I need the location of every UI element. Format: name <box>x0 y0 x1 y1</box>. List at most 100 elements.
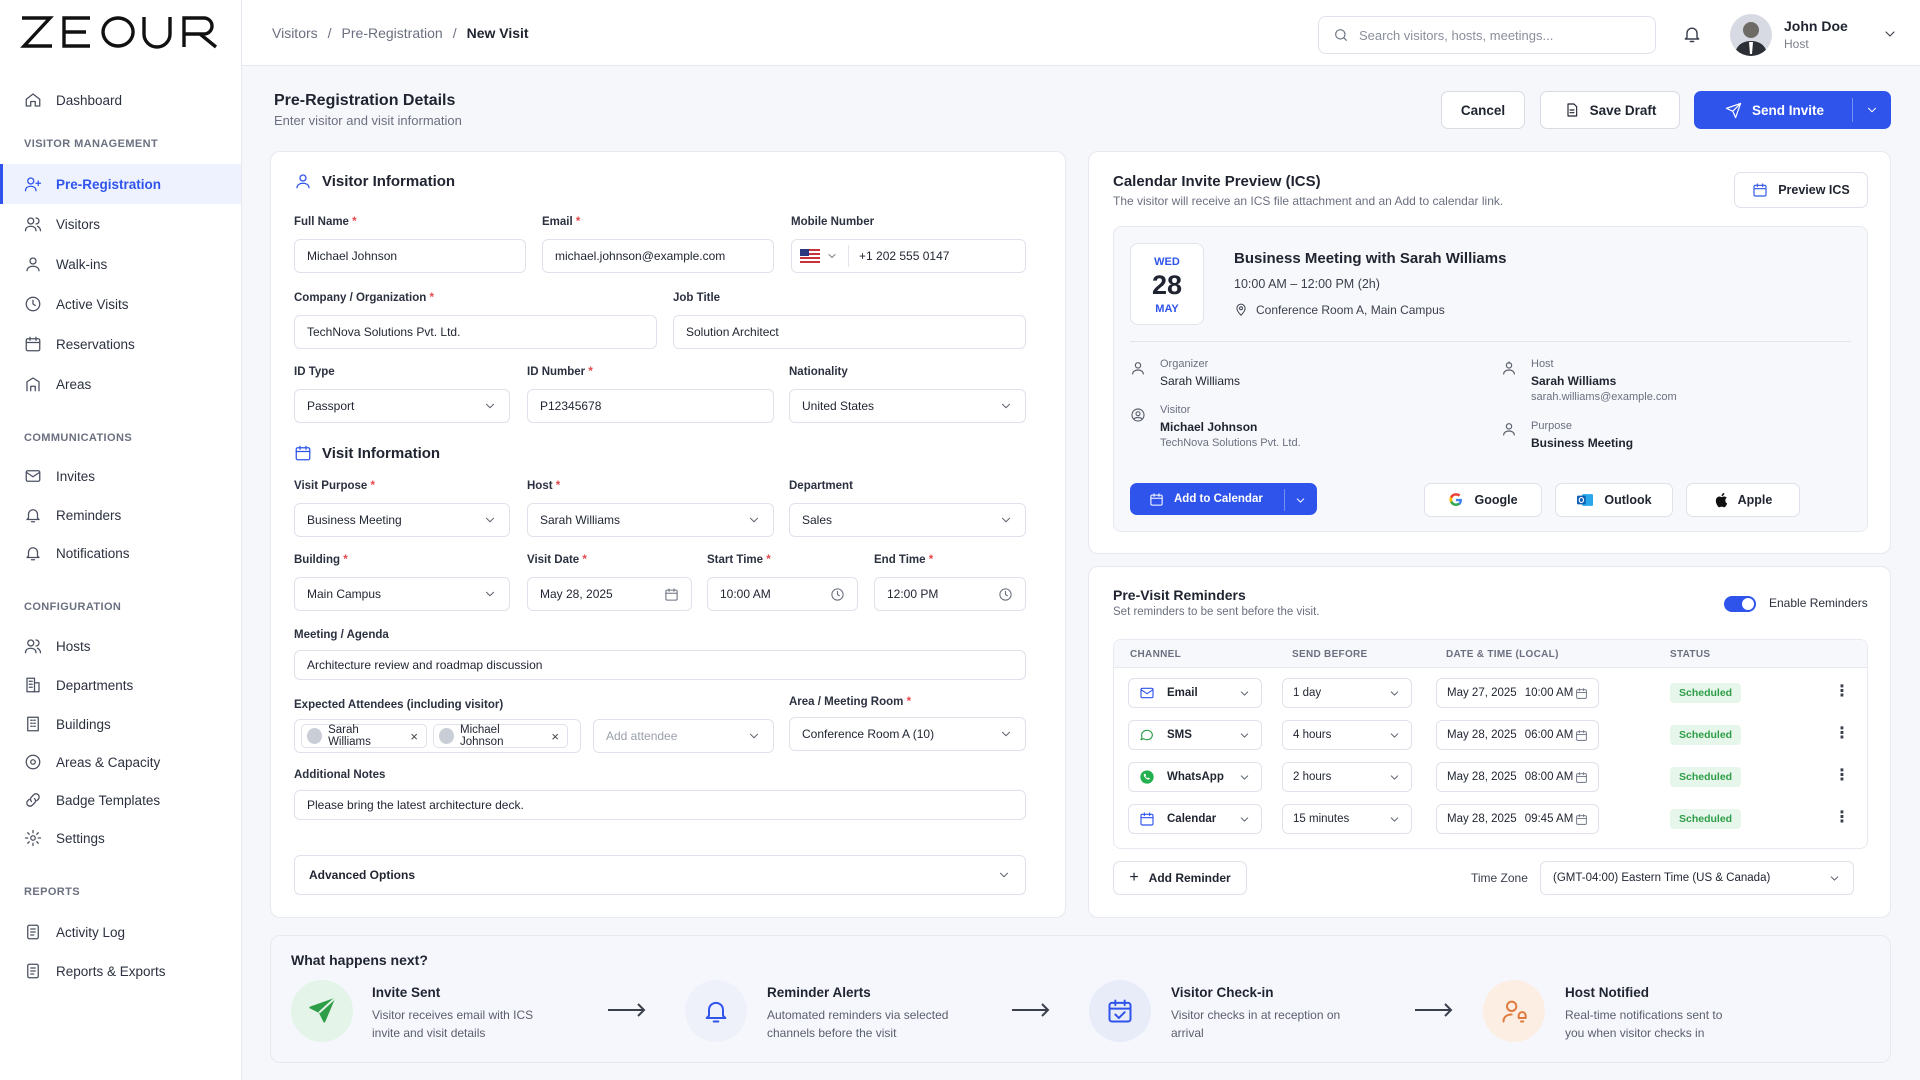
sidebar-item-label: Active Visits <box>56 296 129 312</box>
google-calendar-button[interactable]: Google <box>1424 483 1542 517</box>
remove-attendee-icon[interactable]: × <box>551 729 559 744</box>
id-number-label: ID Number * <box>527 366 593 378</box>
advanced-options-toggle[interactable]: Advanced Options <box>294 855 1026 895</box>
sidebar-item-notifications[interactable]: Notifications <box>0 533 241 573</box>
timezone-select[interactable]: (GMT-04:00) Eastern Time (US & Canada) <box>1540 861 1854 895</box>
save-draft-button[interactable]: Save Draft <box>1540 91 1680 129</box>
sidebar-item-walk-ins[interactable]: Walk-ins <box>0 244 241 284</box>
sidebar-item-reminders[interactable]: Reminders <box>0 495 241 535</box>
outlook-calendar-button[interactable]: Outlook <box>1555 483 1673 517</box>
send-invite-dropdown[interactable] <box>1852 98 1890 122</box>
add-attendee-select[interactable]: Add attendee <box>593 719 774 753</box>
reminder-datetime-field[interactable]: May 28, 2025 06:00 AM <box>1436 720 1599 750</box>
start-time-field[interactable]: 10:00 AM <box>707 577 858 611</box>
outlook-label: Outlook <box>1604 493 1652 507</box>
calendar-icon <box>1150 492 1163 506</box>
reminder-datetime-field[interactable]: May 28, 2025 08:00 AM <box>1436 762 1599 792</box>
channel-select[interactable]: Email <box>1128 678 1262 708</box>
cancel-button[interactable]: Cancel <box>1441 91 1525 129</box>
sidebar-item-pre-registration[interactable]: Pre-Registration <box>0 164 241 204</box>
channel-select[interactable]: Calendar <box>1128 804 1262 834</box>
email-field[interactable]: michael.johnson@example.com <box>542 239 774 273</box>
job-title-field[interactable]: Solution Architect <box>673 315 1026 349</box>
remove-attendee-icon[interactable]: × <box>410 729 418 744</box>
user-bell-icon <box>1502 1000 1527 1023</box>
sidebar-item-hosts[interactable]: Hosts <box>0 626 241 666</box>
department-label: Department <box>789 480 853 492</box>
host-value: Sarah Williams <box>1531 374 1617 388</box>
nationality-select[interactable]: United States <box>789 389 1026 423</box>
row-menu-button[interactable]: ⋮ <box>1834 726 1850 742</box>
host-label: Host * <box>527 480 561 492</box>
sidebar-item-invites[interactable]: Invites <box>0 456 241 496</box>
department-select[interactable]: Sales <box>789 503 1026 537</box>
calendar-icon <box>1576 771 1587 783</box>
search-input[interactable] <box>1359 27 1619 43</box>
channel-select[interactable]: SMS <box>1128 720 1262 750</box>
sidebar-item-label: Settings <box>56 830 105 846</box>
preview-ics-label: Preview ICS <box>1778 183 1850 197</box>
sidebar-item-areas[interactable]: Areas <box>0 364 241 404</box>
company-field[interactable]: TechNova Solutions Pvt. Ltd. <box>294 315 657 349</box>
send-before-select[interactable]: 4 hours <box>1282 720 1412 750</box>
area-select[interactable]: Conference Room A (10) <box>789 717 1026 751</box>
enable-reminders-toggle[interactable] <box>1724 596 1756 612</box>
sidebar-item-label: Hosts <box>56 638 91 654</box>
preview-ics-button[interactable]: Preview ICS <box>1734 172 1868 208</box>
sidebar-item-visitors[interactable]: Visitors <box>0 204 241 244</box>
notes-field[interactable]: Please bring the latest architecture dec… <box>294 790 1026 820</box>
notifications-button[interactable] <box>1682 24 1702 44</box>
whatsapp-icon <box>1140 770 1154 784</box>
attendees-field[interactable]: Sarah Williams × Michael Johnson × <box>294 719 581 753</box>
country-code-select[interactable] <box>800 245 849 267</box>
sidebar-item-badge-templates[interactable]: Badge Templates <box>0 780 241 820</box>
calendar-icon <box>1576 729 1587 741</box>
add-to-calendar-dropdown[interactable] <box>1284 489 1316 511</box>
brand-logo[interactable] <box>20 14 230 50</box>
sidebar-item-activity-log[interactable]: Activity Log <box>0 912 241 952</box>
sidebar-item-areas-capacity[interactable]: Areas & Capacity <box>0 742 241 782</box>
visit-date-field[interactable]: May 28, 2025 <box>527 577 692 611</box>
send-before-select[interactable]: 2 hours <box>1282 762 1412 792</box>
calendar-preview-subtitle: The visitor will receive an ICS file att… <box>1113 194 1504 208</box>
user-name[interactable]: John Doe <box>1784 18 1848 34</box>
full-name-field[interactable]: Michael Johnson <box>294 239 526 273</box>
sidebar-item-departments[interactable]: Departments <box>0 665 241 705</box>
row-menu-button[interactable]: ⋮ <box>1834 810 1850 826</box>
row-menu-button[interactable]: ⋮ <box>1834 684 1850 700</box>
sidebar-section-title: COMMUNICATIONS <box>24 432 133 444</box>
channel-select[interactable]: WhatsApp <box>1128 762 1262 792</box>
building-select[interactable]: Main Campus <box>294 577 510 611</box>
sidebar-item-dashboard[interactable]: Dashboard <box>0 80 241 120</box>
sidebar-item-buildings[interactable]: Buildings <box>0 704 241 744</box>
reminder-datetime-field[interactable]: May 28, 2025 09:45 AM <box>1436 804 1599 834</box>
apple-calendar-button[interactable]: Apple <box>1686 483 1800 517</box>
add-reminder-button[interactable]: + Add Reminder <box>1113 861 1247 895</box>
send-before-select[interactable]: 1 day <box>1282 678 1412 708</box>
user-menu-toggle[interactable] <box>1882 26 1898 42</box>
reminder-datetime-field[interactable]: May 27, 2025 10:00 AM <box>1436 678 1599 708</box>
calendar-icon <box>1576 687 1587 699</box>
mobile-label: Mobile Number <box>791 216 875 228</box>
sidebar-item-reservations[interactable]: Reservations <box>0 324 241 364</box>
send-before-select[interactable]: 15 minutes <box>1282 804 1412 834</box>
row-menu-button[interactable]: ⋮ <box>1834 768 1850 784</box>
sidebar-item-active-visits[interactable]: Active Visits <box>0 284 241 324</box>
sidebar-item-reports-exports[interactable]: Reports & Exports <box>0 951 241 991</box>
agenda-field[interactable]: Architecture review and roadmap discussi… <box>294 650 1026 680</box>
mobile-field[interactable]: +1 202 555 0147 <box>791 239 1026 273</box>
apple-icon <box>1715 492 1727 508</box>
id-type-select[interactable]: Passport <box>294 389 510 423</box>
breadcrumb-pre-registration[interactable]: Pre-Registration <box>342 25 443 41</box>
sidebar-item-settings[interactable]: Settings <box>0 818 241 858</box>
visit-purpose-select[interactable]: Business Meeting <box>294 503 510 537</box>
id-number-field[interactable]: P12345678 <box>527 389 774 423</box>
column-header-date-time: DATE & TIME (LOCAL) <box>1446 649 1559 660</box>
breadcrumb-visitors[interactable]: Visitors <box>272 25 318 41</box>
email-label: Email * <box>542 216 581 228</box>
end-time-field[interactable]: 12:00 PM <box>874 577 1026 611</box>
host-select[interactable]: Sarah Williams <box>527 503 774 537</box>
avatar[interactable] <box>1730 14 1772 56</box>
add-to-calendar-button[interactable]: Add to Calendar <box>1130 483 1317 515</box>
send-invite-button[interactable]: Send Invite <box>1694 91 1891 129</box>
